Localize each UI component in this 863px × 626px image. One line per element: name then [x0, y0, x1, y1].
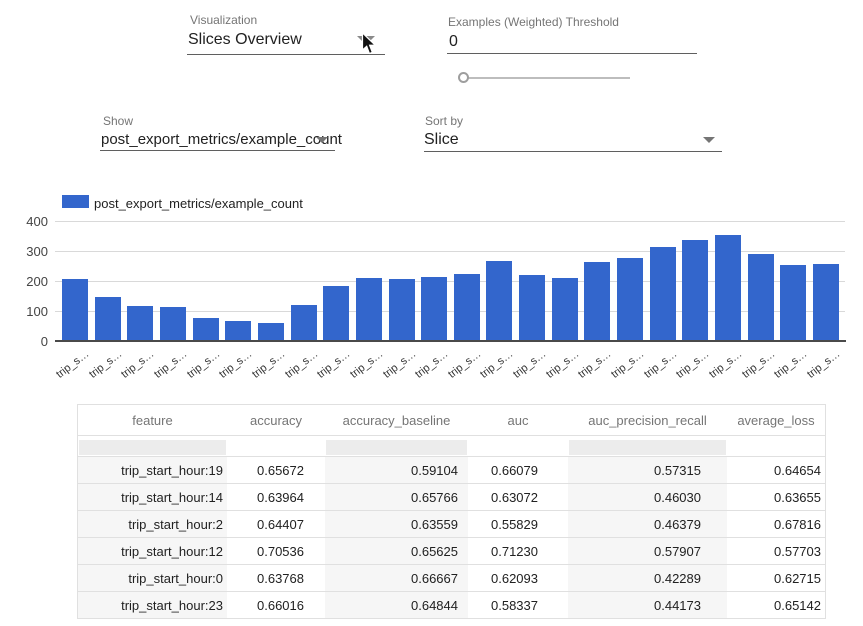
filter-cell [568, 436, 727, 456]
table-row-trip_start_hour:2[interactable]: trip_start_hour:20.644070.635590.558290.… [78, 510, 825, 537]
table-cell: 0.66016 [227, 592, 325, 618]
table-cell: 0.62093 [468, 565, 568, 591]
table-cell: 0.57315 [568, 457, 727, 483]
bar-2[interactable] [127, 306, 153, 341]
x-axis-line [55, 340, 846, 342]
bar-23[interactable] [813, 264, 839, 341]
filter-box [79, 440, 226, 455]
filter-cell [325, 436, 468, 456]
filter-cell [227, 436, 325, 456]
table-cell: 0.65766 [325, 484, 468, 510]
table-row-trip_start_hour:19[interactable]: trip_start_hour:190.656720.591040.660790… [78, 456, 825, 483]
bar-4[interactable] [193, 318, 219, 341]
table-cell: trip_start_hour:23 [78, 592, 227, 618]
bar-8[interactable] [323, 286, 349, 341]
table-cell: 0.58337 [468, 592, 568, 618]
table-cell: 0.64844 [325, 592, 468, 618]
table-cell: 0.63559 [325, 511, 468, 537]
bar-20[interactable] [715, 235, 741, 341]
column-header-accuracy[interactable]: accuracy [227, 405, 325, 435]
table-cell: 0.71230 [468, 538, 568, 564]
bar-9[interactable] [356, 278, 382, 341]
table-cell: 0.64654 [727, 457, 825, 483]
y-axis-tick-label: 400 [4, 214, 48, 229]
table-cell: trip_start_hour:14 [78, 484, 227, 510]
table-cell: 0.63768 [227, 565, 325, 591]
table-cell: 0.46030 [568, 484, 727, 510]
bar-12[interactable] [454, 274, 480, 341]
gridline [55, 221, 845, 222]
table-cell: 0.42289 [568, 565, 727, 591]
bar-chart: 4003002001000trip_s…trip_s…trip_s…trip_s… [0, 0, 863, 400]
table-header-row: featureaccuracyaccuracy_baselineaucauc_p… [78, 405, 825, 435]
bar-5[interactable] [225, 321, 251, 341]
bar-1[interactable] [95, 297, 121, 341]
table-row-trip_start_hour:12[interactable]: trip_start_hour:120.705360.656250.712300… [78, 537, 825, 564]
table-cell: 0.65625 [325, 538, 468, 564]
bar-17[interactable] [617, 258, 643, 341]
filter-cell [727, 436, 825, 456]
column-header-accuracy_baseline[interactable]: accuracy_baseline [325, 405, 468, 435]
y-axis-tick-label: 100 [4, 304, 48, 319]
table-cell: trip_start_hour:2 [78, 511, 227, 537]
table-cell: 0.57907 [568, 538, 727, 564]
table-cell: 0.67816 [727, 511, 825, 537]
column-header-average_loss[interactable]: average_loss [727, 405, 825, 435]
column-header-auc_precision_recall[interactable]: auc_precision_recall [568, 405, 727, 435]
bar-13[interactable] [486, 261, 512, 341]
table-cell: 0.70536 [227, 538, 325, 564]
table-row-trip_start_hour:0[interactable]: trip_start_hour:00.637680.666670.620930.… [78, 564, 825, 591]
filter-cell [468, 436, 568, 456]
table-cell: 0.66667 [325, 565, 468, 591]
bar-21[interactable] [748, 254, 774, 341]
table-cell: 0.63964 [227, 484, 325, 510]
table-cell: 0.63072 [468, 484, 568, 510]
table-filter-row [78, 435, 825, 456]
filter-box [569, 440, 726, 455]
filter-cell [78, 436, 227, 456]
bar-16[interactable] [584, 262, 610, 341]
table-cell: 0.63655 [727, 484, 825, 510]
table-cell: 0.44173 [568, 592, 727, 618]
y-axis-tick-label: 0 [4, 334, 48, 349]
table-cell: 0.65142 [727, 592, 825, 618]
table-cell: 0.62715 [727, 565, 825, 591]
table-row-trip_start_hour:14[interactable]: trip_start_hour:140.639640.657660.630720… [78, 483, 825, 510]
table-cell: trip_start_hour:12 [78, 538, 227, 564]
filter-box [326, 440, 467, 455]
table-cell: 0.57703 [727, 538, 825, 564]
metrics-table: featureaccuracyaccuracy_baselineaucauc_p… [77, 404, 826, 619]
mouse-cursor-icon [361, 32, 377, 57]
bar-14[interactable] [519, 275, 545, 341]
table-row-trip_start_hour:23[interactable]: trip_start_hour:230.660160.648440.583370… [78, 591, 825, 618]
bar-3[interactable] [160, 307, 186, 341]
table-cell: 0.55829 [468, 511, 568, 537]
y-axis-tick-label: 300 [4, 244, 48, 259]
bar-0[interactable] [62, 279, 88, 341]
table-cell: 0.46379 [568, 511, 727, 537]
table-cell: 0.65672 [227, 457, 325, 483]
bar-11[interactable] [421, 277, 447, 341]
bar-15[interactable] [552, 278, 578, 341]
bar-6[interactable] [258, 323, 284, 341]
column-header-feature[interactable]: feature [78, 405, 227, 435]
bar-18[interactable] [650, 247, 676, 341]
table-cell: 0.64407 [227, 511, 325, 537]
table-cell: 0.59104 [325, 457, 468, 483]
bar-19[interactable] [682, 240, 708, 341]
tfma-slicing-metrics-view: Visualization Slices Overview Examples (… [0, 0, 863, 626]
bar-10[interactable] [389, 279, 415, 341]
y-axis-tick-label: 200 [4, 274, 48, 289]
column-header-auc[interactable]: auc [468, 405, 568, 435]
table-cell: trip_start_hour:0 [78, 565, 227, 591]
table-cell: 0.66079 [468, 457, 568, 483]
bar-7[interactable] [291, 305, 317, 341]
table-cell: trip_start_hour:19 [78, 457, 227, 483]
bar-22[interactable] [780, 265, 806, 341]
